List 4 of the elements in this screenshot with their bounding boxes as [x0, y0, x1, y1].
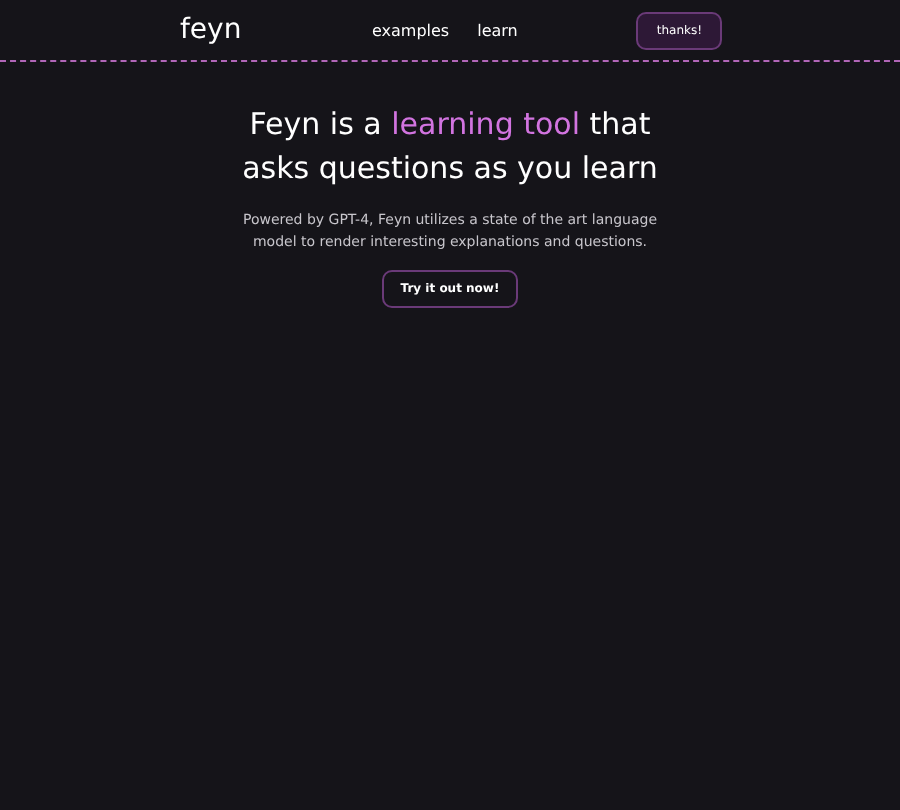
nav-link[interactable]: examples [372, 21, 450, 39]
headline: Feyn is a learning tool that asks questions as you learn [240, 104, 660, 190]
logo[interactable]: feyn [180, 14, 372, 46]
nav-link[interactable]: learn [477, 21, 518, 39]
